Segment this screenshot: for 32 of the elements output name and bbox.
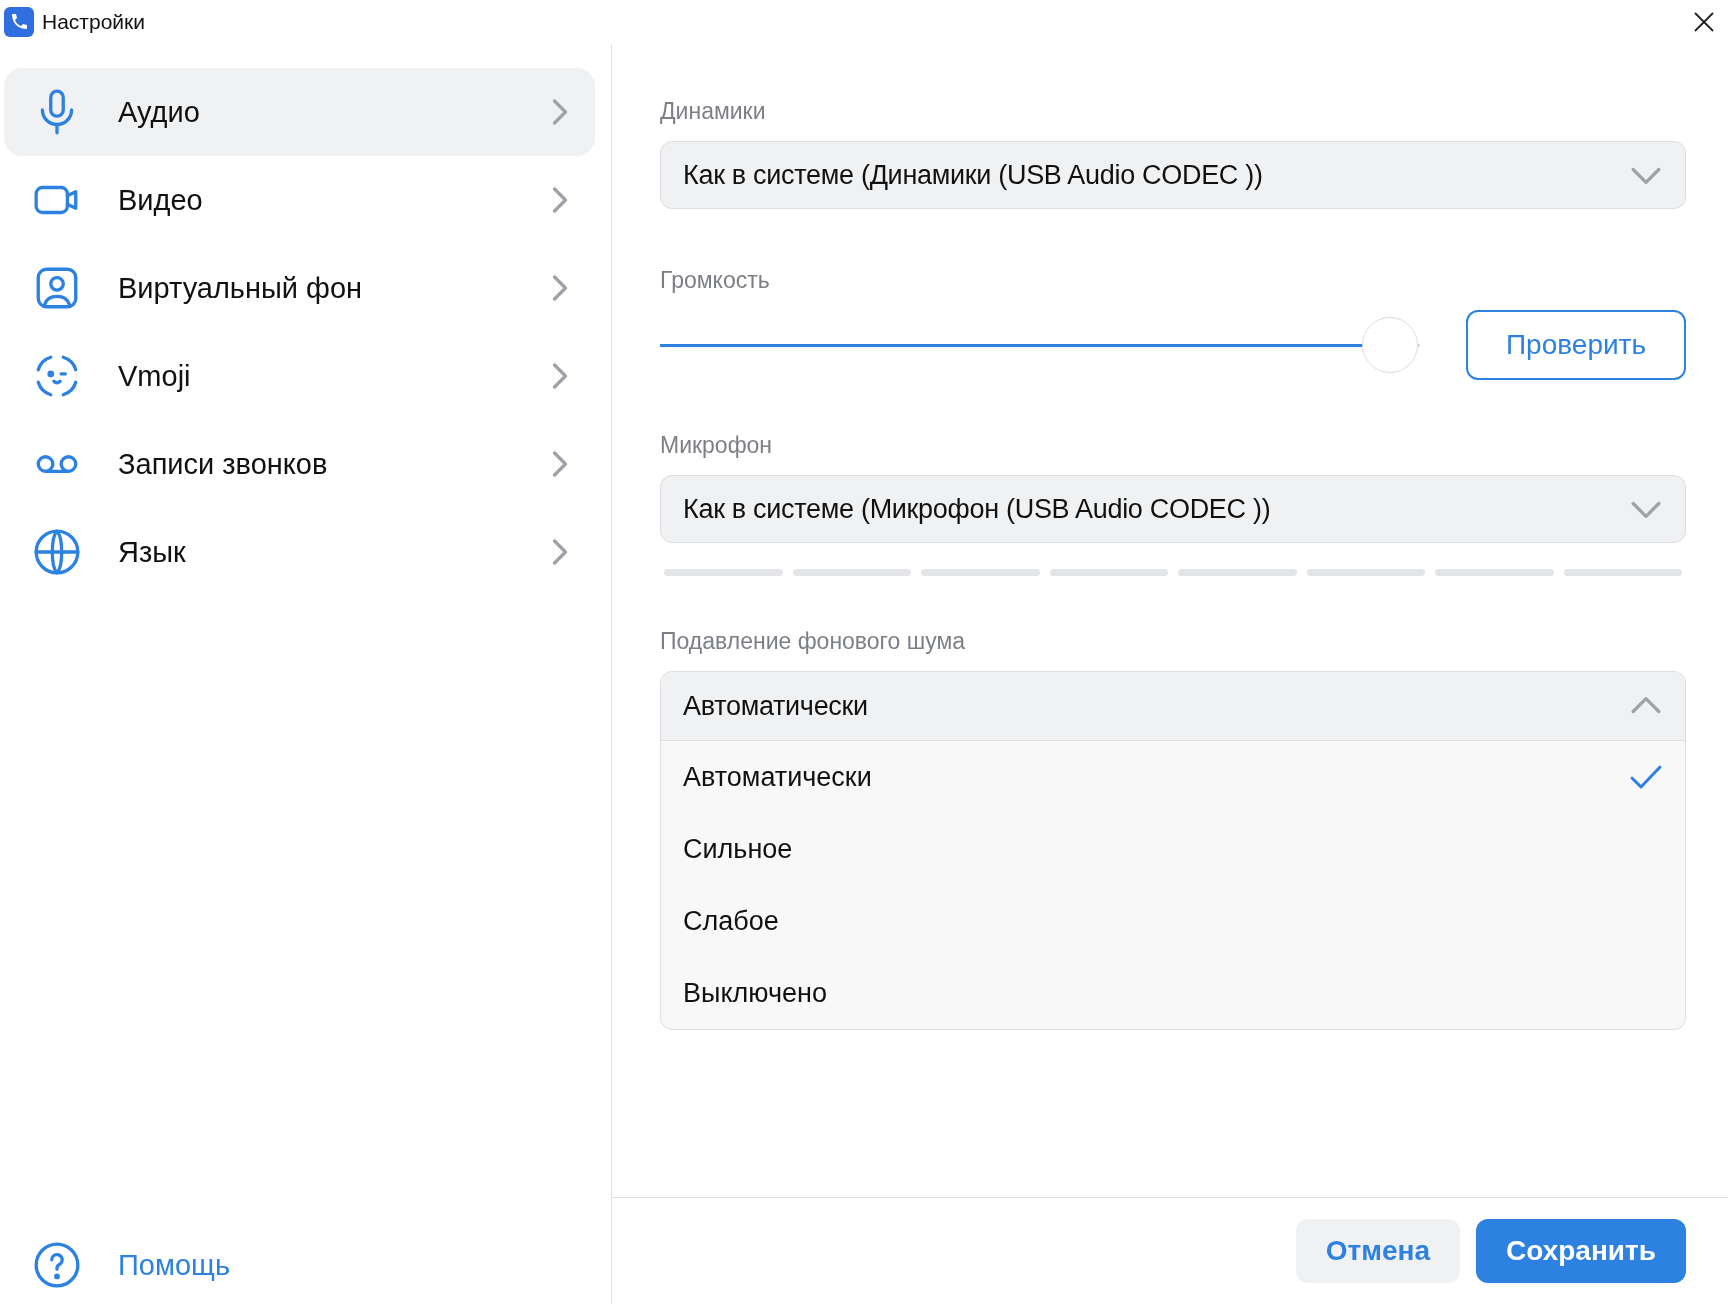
microphone-select[interactable]: Как в системе (Микрофон (USB Audio CODEC )) — [660, 475, 1686, 543]
sidebar-item-label: Записи звонков — [118, 447, 329, 481]
close-icon — [1692, 10, 1716, 34]
sidebar-item[interactable]: Vmoji — [4, 332, 595, 420]
help-link[interactable]: Помощь — [118, 1248, 230, 1282]
sidebar-item[interactable]: Язык — [4, 508, 595, 596]
dropdown-option[interactable]: Автоматически — [661, 741, 1685, 813]
sidebar-item-label: Видео — [118, 183, 204, 217]
app-logo-icon — [4, 7, 34, 37]
help-icon — [32, 1240, 82, 1290]
save-button[interactable]: Сохранить — [1476, 1219, 1686, 1283]
sidebar-item[interactable]: Записи звонков — [4, 420, 595, 508]
globe-icon — [32, 527, 82, 577]
sidebar-item[interactable]: Аудио — [4, 68, 595, 156]
sidebar-item[interactable]: Виртуальный фон — [4, 244, 595, 332]
dropdown-option[interactable]: Слабое — [661, 885, 1685, 957]
dropdown-value: Автоматически — [683, 690, 868, 722]
test-button[interactable]: Проверить — [1466, 310, 1686, 380]
speakers-label: Динамики — [660, 98, 767, 125]
sidebar-item-label: Аудио — [118, 95, 201, 129]
dropdown-option[interactable]: Выключено — [661, 957, 1685, 1029]
noise-suppression-dropdown[interactable]: Автоматически Автоматически Сильное Слабое Выключено — [660, 671, 1686, 1030]
noise-suppression-label: Подавление фонового шума — [660, 628, 966, 655]
sidebar-item-label: Язык — [118, 535, 187, 569]
speakers-select[interactable]: Как в системе (Динамики (USB Audio CODEC )) — [660, 141, 1686, 209]
dropdown-option[interactable]: Сильное — [661, 813, 1685, 885]
volume-label: Громкость — [660, 267, 771, 294]
window-title: Настройки — [42, 10, 146, 34]
sidebar-item-label: Vmoji — [118, 359, 192, 393]
microphone-label: Микрофон — [660, 432, 774, 459]
sidebar-item-label: Виртуальный фон — [118, 271, 364, 305]
sidebar-item[interactable]: Видео — [4, 156, 595, 244]
